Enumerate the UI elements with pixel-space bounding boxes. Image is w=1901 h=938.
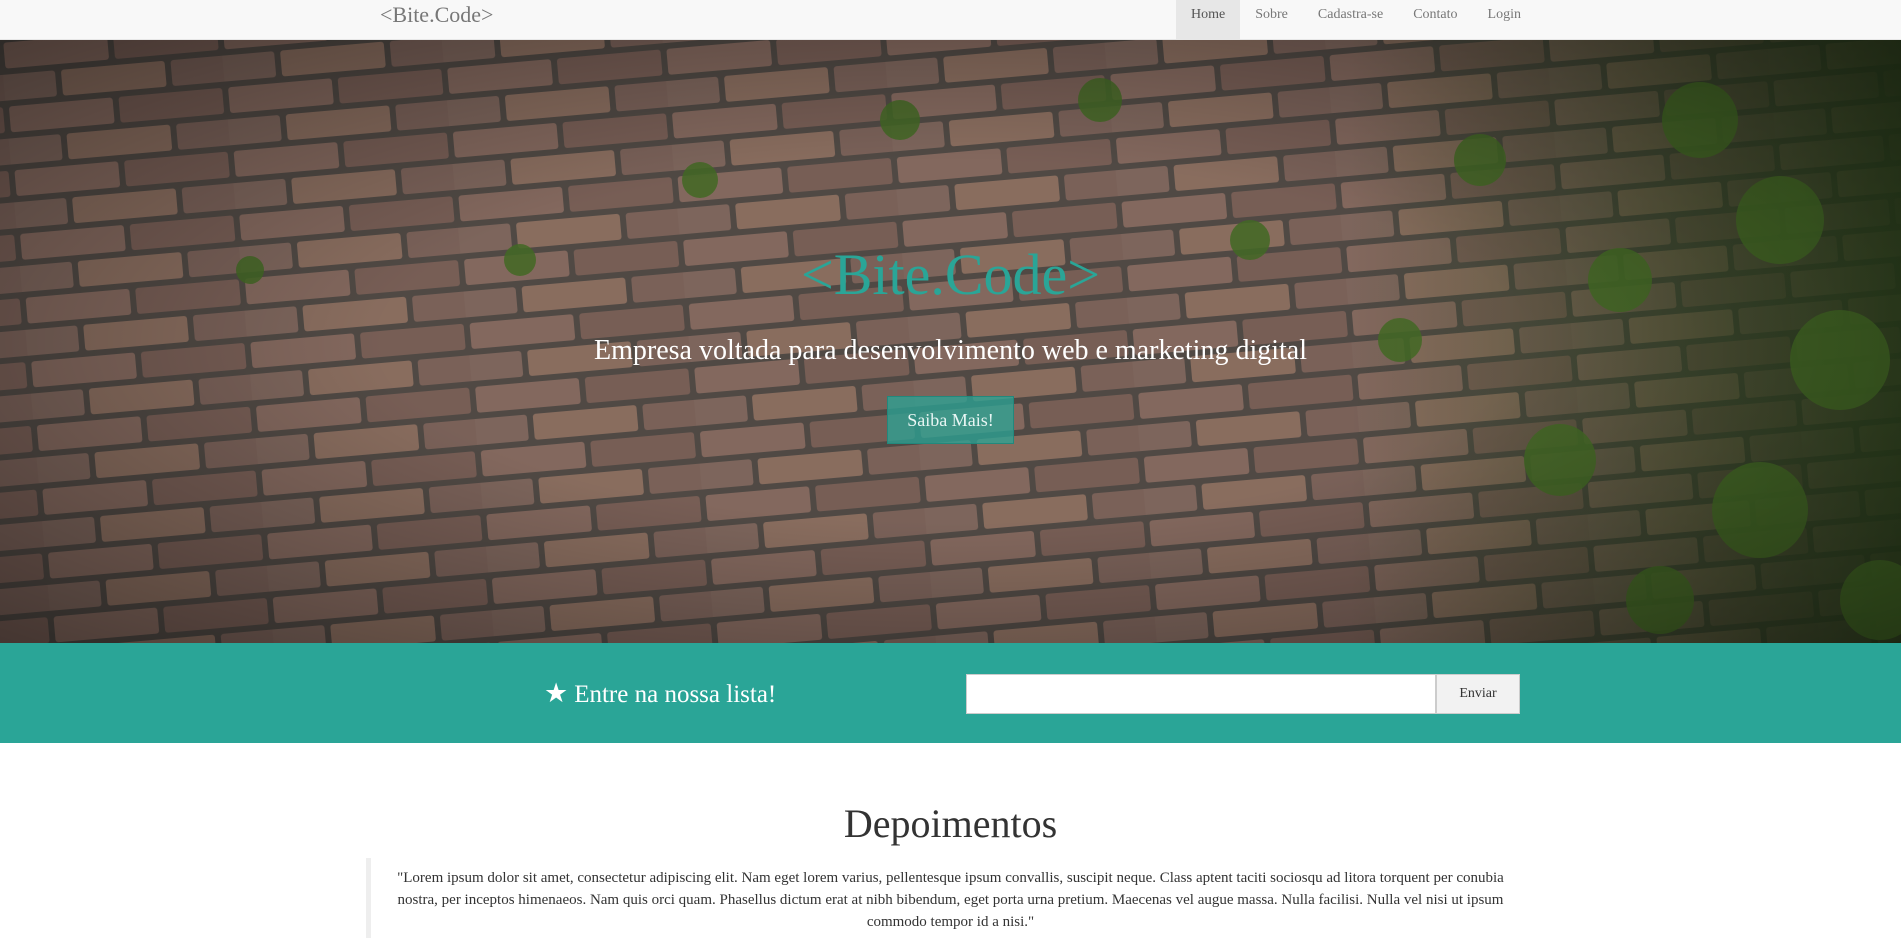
newsletter-label: ★ Entre na nossa lista!	[544, 677, 776, 711]
newsletter-band: ★ Entre na nossa lista! Enviar	[0, 643, 1901, 743]
hero-subtitle: Empresa voltada para desenvolvimento web…	[594, 335, 1307, 366]
hero-content: <Bite.Code> Empresa voltada para desenvo…	[0, 40, 1901, 643]
top-navbar: <Bite.Code> Home Sobre Cadastra-se Conta…	[0, 0, 1901, 40]
nav-menu: Home Sobre Cadastra-se Contato Login	[1176, 0, 1536, 40]
newsletter-label-text: Entre na nossa lista!	[574, 681, 777, 708]
testimonial-quote: "Lorem ipsum dolor sit amet, consectetur…	[366, 858, 1516, 938]
brand-logo-link[interactable]: <Bite.Code>	[380, 0, 493, 30]
nav-item-login[interactable]: Login	[1473, 0, 1536, 40]
enviar-button[interactable]: Enviar	[1436, 674, 1520, 714]
hero-section: <Bite.Code> Empresa voltada para desenvo…	[0, 40, 1901, 643]
nav-item-contato[interactable]: Contato	[1398, 0, 1472, 40]
nav-item-cadastra-se[interactable]: Cadastra-se	[1303, 0, 1398, 40]
newsletter-email-input[interactable]	[966, 674, 1436, 714]
saiba-mais-button[interactable]: Saiba Mais!	[887, 396, 1014, 444]
testimonials-title: Depoimentos	[843, 801, 1058, 846]
star-icon: ★	[544, 678, 569, 708]
hero-title: <Bite.Code>	[800, 242, 1100, 307]
nav-item-home[interactable]: Home	[1176, 0, 1241, 40]
nav-item-sobre[interactable]: Sobre	[1240, 0, 1303, 40]
